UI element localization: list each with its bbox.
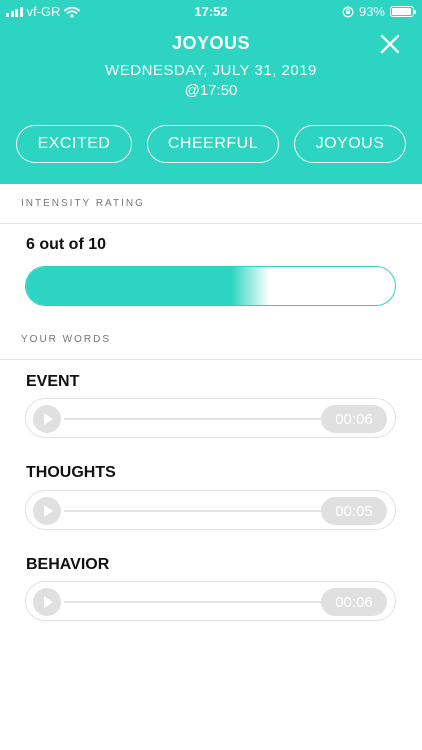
header: vf-GR 17:52 93% JOYOUS WEDNESDAY, JULY 3… [0, 0, 422, 184]
thoughts-audio-player: 00:05 [25, 490, 396, 530]
play-icon[interactable] [33, 588, 61, 616]
event-heading: EVENT [26, 373, 80, 390]
divider [0, 223, 422, 224]
divider [0, 359, 422, 360]
chip-excited[interactable]: EXCITED [16, 125, 132, 163]
duration-badge: 00:06 [321, 588, 387, 616]
behavior-heading: BEHAVIOR [26, 556, 110, 573]
intensity-section-label: INTENSITY RATING [21, 198, 145, 209]
chip-cheerful[interactable]: CHEERFUL [147, 125, 279, 163]
chip-joyous[interactable]: JOYOUS [294, 125, 406, 163]
play-icon[interactable] [33, 497, 61, 525]
entry-date: WEDNESDAY, JULY 31, 2019 [105, 62, 317, 79]
progress-track[interactable] [64, 510, 325, 512]
entry-time: @17:50 [184, 82, 238, 99]
battery-icon [390, 6, 416, 17]
close-icon[interactable] [378, 32, 402, 56]
battery-percent: 93% [358, 4, 385, 19]
orientation-lock-icon [342, 6, 354, 17]
behavior-audio-player: 00:06 [25, 581, 396, 621]
play-icon[interactable] [33, 405, 61, 433]
progress-track[interactable] [64, 601, 325, 603]
status-bar: vf-GR 17:52 93% [0, 0, 422, 22]
progress-track[interactable] [64, 418, 325, 420]
battery-fill [392, 8, 411, 15]
intensity-bar [25, 266, 396, 306]
intensity-value: 6 out of 10 [26, 236, 107, 253]
duration-badge: 00:05 [321, 497, 387, 525]
intensity-fill [26, 267, 270, 305]
page-title: JOYOUS [171, 33, 251, 53]
words-section-label: YOUR WORDS [21, 334, 111, 345]
status-right: 93% [342, 4, 416, 19]
duration-badge: 00:06 [321, 405, 387, 433]
thoughts-heading: THOUGHTS [26, 464, 116, 481]
event-audio-player: 00:06 [25, 398, 396, 438]
